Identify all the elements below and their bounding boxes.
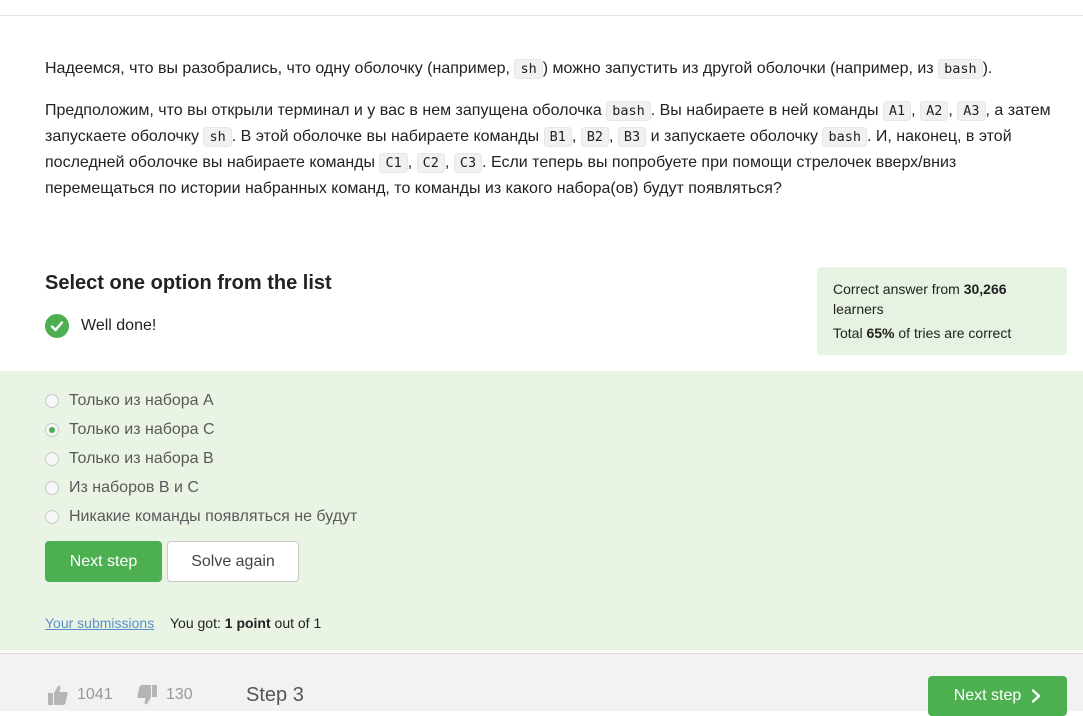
code-inline: C2 (416, 153, 445, 173)
radio-button[interactable] (45, 393, 59, 408)
question-paragraph-2: Предположим, что вы открыли терминал и у… (45, 98, 1065, 202)
code-inline: bash (822, 127, 867, 147)
well-done-status: Well done! (45, 314, 156, 338)
well-done-label: Well done! (81, 317, 157, 334)
code-inline: C3 (453, 153, 483, 173)
code-inline: A1 (882, 101, 912, 121)
solve-again-button[interactable]: Solve again (167, 541, 299, 582)
footer-bar: 1041 130 Step 3 Next step (0, 653, 1083, 716)
separator: , (609, 128, 614, 145)
next-step-button[interactable]: Next step (45, 541, 162, 582)
text: . Вы набираете в ней команды (650, 102, 879, 119)
code-inline: C1 (379, 153, 408, 173)
option-item[interactable]: Только из набора C (45, 415, 357, 444)
separator: , (948, 102, 953, 119)
top-divider (0, 15, 1083, 16)
option-label: Только из набора A (69, 391, 214, 409)
code-inline: A3 (957, 101, 986, 121)
option-label: Только из набора C (69, 420, 215, 438)
text: of tries are correct (898, 325, 1012, 341)
option-item[interactable]: Только из набора A (45, 386, 357, 415)
like-button[interactable]: 1041 (47, 684, 113, 706)
points: 1 point (224, 615, 271, 631)
code-inline: B3 (617, 127, 647, 147)
result-text: You got: 1 point out of 1 (170, 615, 321, 631)
stats-box: Correct answer from 30,266 learners Tota… (817, 267, 1067, 355)
radio-button[interactable] (45, 451, 59, 466)
radio-button[interactable] (45, 480, 59, 495)
step-label: Step 3 (246, 684, 304, 706)
text: Предположим, что вы открыли терминал и у… (45, 102, 602, 119)
dislikes-count: 130 (166, 686, 193, 703)
text: ). (982, 60, 993, 77)
code-inline: B2 (580, 127, 609, 147)
option-item[interactable]: Из наборов B и C (45, 473, 357, 502)
question-paragraph-1: Надеемся, что вы разобрались, что одну о… (45, 56, 1065, 82)
separator: , (444, 154, 450, 171)
question-text: Надеемся, что вы разобрались, что одну о… (45, 56, 1065, 218)
text: Total (833, 325, 863, 341)
answer-area: Только из набора A Только из набора C То… (0, 371, 1083, 650)
dislike-button[interactable]: 130 (136, 684, 193, 706)
likes-count: 1041 (77, 686, 113, 703)
text: . В этой оболочке вы набираете команды (231, 128, 540, 145)
percent-correct: 65% (866, 325, 895, 341)
separator: , (911, 102, 916, 119)
option-item[interactable]: Никакие команды появляться не будут (45, 502, 357, 531)
thumbs-down-icon (137, 685, 157, 705)
text: и запускаете оболочку (650, 128, 819, 145)
code-inline: bash (606, 101, 651, 121)
footer-next-step-button[interactable]: Next step (928, 676, 1067, 716)
text: Надеемся, что вы разобрались, что одну о… (45, 60, 510, 77)
option-label: Никакие команды появляться не будут (69, 507, 358, 525)
text: learners (833, 301, 884, 317)
chevron-right-icon (1031, 689, 1041, 703)
option-item[interactable]: Только из набора B (45, 444, 357, 473)
text: Correct answer from (833, 281, 960, 297)
learners-count: 30,266 (963, 281, 1007, 297)
code-inline: B1 (543, 127, 572, 147)
code-inline: bash (938, 59, 983, 79)
stats-percent: Total 65% of tries are correct (833, 323, 1051, 343)
radio-button[interactable] (45, 509, 59, 524)
options-list: Только из набора A Только из набора C То… (45, 386, 357, 531)
text: out of 1 (274, 615, 322, 631)
option-label: Из наборов B и C (69, 478, 199, 496)
radio-button-selected[interactable] (45, 422, 59, 437)
option-label: Только из набора B (69, 449, 214, 467)
thumbs-up-icon (48, 685, 68, 705)
text: ) можно запустить из другой оболочки (на… (542, 60, 934, 77)
separator: , (407, 154, 413, 171)
checkmark-icon (45, 314, 69, 338)
footer-next-label: Next step (953, 687, 1022, 704)
text: You got: (170, 615, 221, 631)
separator: , (571, 128, 577, 145)
code-inline: sh (203, 127, 232, 147)
stats-learners: Correct answer from 30,266 learners (833, 279, 1051, 319)
code-inline: A2 (920, 101, 949, 121)
your-submissions-link[interactable]: Your submissions (45, 615, 154, 631)
code-inline: sh (514, 59, 543, 79)
select-title: Select one option from the list (45, 272, 332, 294)
